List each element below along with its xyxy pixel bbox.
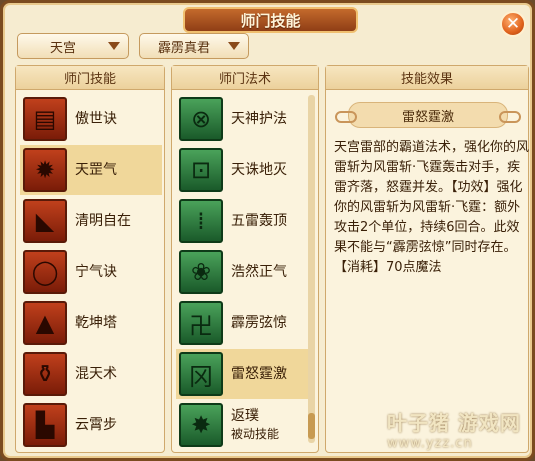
spell-row[interactable]: ⊗ 天神护法 — [176, 94, 308, 144]
watermark-url: www.yzz.cn — [387, 436, 473, 451]
effect-description: 天宫雷部的霸道法术，强化你的风雷斩为风雷斩·飞霆轰击对手，疾雷齐落，怒霆并发。【… — [334, 140, 530, 275]
spell-label-group: 天诛地灭 — [231, 161, 287, 179]
skill-row[interactable]: ✹ 天罡气 — [20, 145, 162, 195]
sect-dropdown[interactable]: 天宫 — [17, 33, 129, 59]
close-button[interactable]: ✕ — [500, 11, 526, 37]
chevron-down-icon — [228, 42, 240, 50]
skill-name: 云霄步 — [75, 417, 117, 433]
spell-name: 返璞 — [231, 408, 259, 424]
spell-label-group: 天神护法 — [231, 110, 287, 128]
scroll-icon: ▤ — [23, 97, 67, 141]
spell-label-group: 返璞 被动技能 — [231, 407, 279, 443]
skill-label-group: 清明自在 — [75, 212, 131, 230]
spell-label-group: 霹雳弦惊 — [231, 314, 287, 332]
spell-row[interactable]: ✸ 返璞 被动技能 — [176, 400, 308, 450]
scrollbar-thumb[interactable] — [308, 413, 315, 439]
master-dropdown-value: 霹雳真君 — [157, 40, 210, 56]
pagoda-icon: ▲ — [23, 301, 67, 345]
bow-icon: ⊗ — [179, 97, 223, 141]
effect-panel: 技能效果 雷怒霆激 天宫雷部的霸道法术，强化你的风雷斩为风雷斩·飞霆轰击对手，疾… — [325, 65, 529, 453]
glyph-icon: 冈 — [179, 352, 223, 396]
skill-name: 宁气诀 — [75, 264, 117, 280]
window-title: 师门技能 — [183, 7, 358, 33]
spell-name: 雷怒霆激 — [231, 366, 287, 382]
skills-panel: 师门技能 ▤ 傲世诀 ✹ 天罡气 ◣ 清明自在 ◯ 宁气诀 ▲ 乾坤塔 ⚱ 混天术 ▙ 云霄步 — [15, 65, 165, 453]
skill-name: 清明自在 — [75, 213, 131, 229]
spell-row[interactable]: 卍霹雳弦惊 — [176, 298, 308, 348]
spell-name: 天神护法 — [231, 111, 287, 127]
skill-row[interactable]: ▙ 云霄步 — [20, 400, 162, 450]
skill-row[interactable]: ▲ 乾坤塔 — [20, 298, 162, 348]
horn-icon: ◣ — [23, 199, 67, 243]
spell-name: 天诛地灭 — [231, 162, 287, 178]
ring-icon: ◯ — [23, 250, 67, 294]
skill-window: 师门技能 ✕ 天宫 霹雳真君 师门技能 ▤ 傲世诀 ✹ 天罡气 ◣ 清明自在 ◯ 宁气诀 ▲ 乾坤… — [0, 0, 535, 461]
spell-row[interactable]: 冈雷怒霆激 — [176, 349, 308, 399]
spell-row[interactable]: ⊡ 天诛地灭 — [176, 145, 308, 195]
skill-label-group: 宁气诀 — [75, 263, 117, 281]
warrior-icon: ✹ — [23, 148, 67, 192]
spells-scrollbar[interactable] — [308, 95, 315, 443]
spell-label-group: 五雷轰顶 — [231, 212, 287, 230]
spell-row[interactable]: ❀ 浩然正气 — [176, 247, 308, 297]
site-watermark: 叶子猪 游戏网 www.yzz.cn — [387, 407, 533, 457]
spell-subtitle: 被动技能 — [231, 427, 280, 441]
skill-label-group: 混天术 — [75, 365, 117, 383]
chains-icon: ⁞ — [179, 199, 223, 243]
skill-name: 乾坤塔 — [75, 315, 117, 331]
spells-panel-header: 师门法术 — [172, 66, 318, 90]
rune-icon: 卍 — [179, 301, 223, 345]
frame-icon: ⊡ — [179, 148, 223, 192]
chevron-down-icon — [108, 42, 120, 50]
skill-name: 傲世诀 — [75, 111, 117, 127]
sect-dropdown-value: 天宫 — [49, 40, 76, 56]
skill-label-group: 天罡气 — [75, 161, 117, 179]
skills-panel-header: 师门技能 — [16, 66, 164, 90]
skill-label-group: 云霄步 — [75, 416, 117, 434]
skill-name: 天罡气 — [75, 162, 117, 178]
spell-row[interactable]: ⁞ 五雷轰顶 — [176, 196, 308, 246]
spell-label-group: 雷怒霆激 — [231, 365, 287, 383]
skill-row[interactable]: ◯ 宁气诀 — [20, 247, 162, 297]
effect-title: 雷怒霆激 — [335, 102, 521, 128]
cauldron-icon: ⚱ — [23, 352, 67, 396]
spells-panel: 师门法术 ⊗ 天神护法 ⊡ 天诛地灭 ⁞ 五雷轰顶 ❀ 浩然正气卍霹雳弦惊冈雷怒霆激 ✸ 返璞 被动… — [171, 65, 319, 453]
skill-row[interactable]: ◣ 清明自在 — [20, 196, 162, 246]
spell-name: 浩然正气 — [231, 264, 287, 280]
skill-name: 混天术 — [75, 366, 117, 382]
burst-icon: ✸ — [179, 403, 223, 447]
effect-panel-header: 技能效果 — [326, 66, 528, 90]
close-icon: ✕ — [505, 14, 521, 34]
spell-name: 霹雳弦惊 — [231, 315, 287, 331]
skill-row[interactable]: ⚱ 混天术 — [20, 349, 162, 399]
cloud-icon: ❀ — [179, 250, 223, 294]
boot-icon: ▙ — [23, 403, 67, 447]
spell-label-group: 浩然正气 — [231, 263, 287, 281]
master-dropdown[interactable]: 霹雳真君 — [139, 33, 249, 59]
spell-name: 五雷轰顶 — [231, 213, 287, 229]
skill-label-group: 傲世诀 — [75, 110, 117, 128]
skill-row[interactable]: ▤ 傲世诀 — [20, 94, 162, 144]
skill-label-group: 乾坤塔 — [75, 314, 117, 332]
watermark-title: 叶子猪 游戏网 — [387, 411, 521, 435]
